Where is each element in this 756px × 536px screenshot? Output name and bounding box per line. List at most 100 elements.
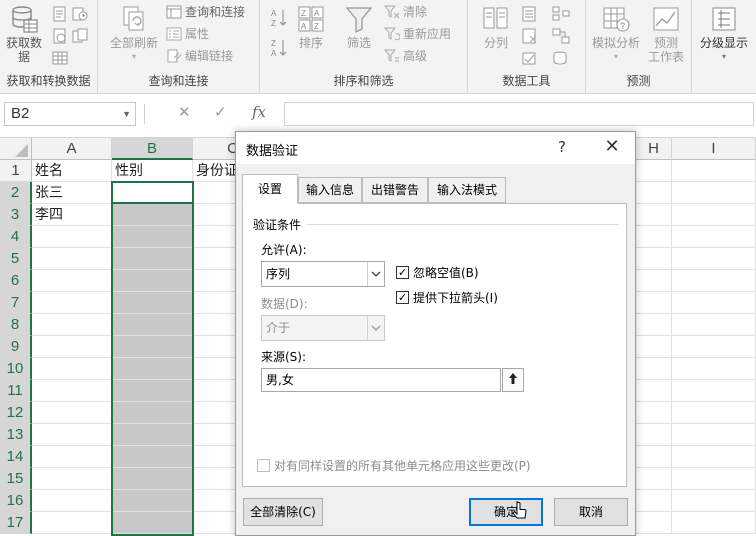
cell-h1[interactable]	[636, 160, 672, 182]
close-icon[interactable]: ✕	[598, 136, 626, 157]
sort-button[interactable]: ZA AZ 排序	[294, 4, 328, 50]
cell-i4[interactable]	[672, 226, 756, 248]
remove-duplicates-icon[interactable]	[522, 28, 538, 44]
row-header-16[interactable]: 16	[0, 490, 32, 512]
outline-button[interactable]: 分级显示 ▾	[696, 4, 752, 64]
help-icon[interactable]: ?	[558, 138, 566, 156]
cell-b17[interactable]	[112, 512, 193, 534]
cell-a11[interactable]	[32, 380, 112, 402]
cell-a8[interactable]	[32, 314, 112, 336]
cell-b9[interactable]	[112, 336, 193, 358]
cell-h17[interactable]	[636, 512, 672, 534]
properties-button[interactable]: 属性	[166, 24, 209, 44]
sort-descending-icon[interactable]: ZA	[270, 38, 288, 58]
column-header-i[interactable]: I	[672, 138, 756, 160]
row-header-5[interactable]: 5	[0, 248, 32, 270]
row-header-2[interactable]: 2	[0, 182, 32, 204]
what-if-analysis-button[interactable]: ? 模拟分析 ▾	[590, 4, 642, 64]
consolidate-icon[interactable]	[552, 6, 570, 22]
cell-a5[interactable]	[32, 248, 112, 270]
cell-a12[interactable]	[32, 402, 112, 424]
cell-i5[interactable]	[672, 248, 756, 270]
row-header-15[interactable]: 15	[0, 468, 32, 490]
source-input[interactable]: 男,女	[261, 368, 501, 392]
cell-h9[interactable]	[636, 336, 672, 358]
dialog-titlebar[interactable]: 数据验证 ? ✕	[236, 132, 635, 164]
cell-i15[interactable]	[672, 468, 756, 490]
cell-b13[interactable]	[112, 424, 193, 446]
row-header-12[interactable]: 12	[0, 402, 32, 424]
cell-a9[interactable]	[32, 336, 112, 358]
recent-sources-icon[interactable]	[72, 6, 88, 22]
forecast-sheet-button[interactable]: 预测 工作表	[644, 4, 688, 64]
flash-fill-icon[interactable]	[522, 6, 538, 22]
cell-a6[interactable]	[32, 270, 112, 292]
column-header-h[interactable]: H	[636, 138, 672, 160]
cell-a3[interactable]: 李四	[32, 204, 112, 226]
clear-filter-button[interactable]: 清除	[384, 2, 427, 22]
allow-dropdown-icon[interactable]	[367, 262, 384, 286]
cell-h7[interactable]	[636, 292, 672, 314]
cell-h16[interactable]	[636, 490, 672, 512]
cell-a15[interactable]	[32, 468, 112, 490]
cancel-button[interactable]: 取消	[554, 498, 628, 526]
formula-input[interactable]	[284, 102, 754, 126]
cell-i14[interactable]	[672, 446, 756, 468]
row-header-6[interactable]: 6	[0, 270, 32, 292]
from-text-icon[interactable]	[52, 6, 68, 22]
cell-h10[interactable]	[636, 358, 672, 380]
cell-a10[interactable]	[32, 358, 112, 380]
tab-ime-mode[interactable]: 输入法模式	[428, 177, 506, 203]
cell-a14[interactable]	[32, 446, 112, 468]
cell-h12[interactable]	[636, 402, 672, 424]
tab-input-message[interactable]: 输入信息	[298, 177, 362, 203]
cell-a7[interactable]	[32, 292, 112, 314]
filter-button[interactable]: 筛选	[342, 4, 376, 50]
cell-h14[interactable]	[636, 446, 672, 468]
data-model-icon[interactable]	[552, 50, 570, 66]
clear-all-button[interactable]: 全部清除(C)	[243, 498, 323, 526]
cell-i10[interactable]	[672, 358, 756, 380]
data-validation-icon[interactable]	[522, 50, 538, 66]
queries-connections-button[interactable]: 查询和连接	[166, 2, 245, 22]
cell-i3[interactable]	[672, 204, 756, 226]
from-table-icon[interactable]	[52, 50, 68, 66]
collapse-dialog-icon[interactable]	[502, 368, 524, 392]
cell-i1[interactable]	[672, 160, 756, 182]
cell-i7[interactable]	[672, 292, 756, 314]
get-data-button[interactable]: 获取数 据	[4, 4, 44, 64]
cell-h5[interactable]	[636, 248, 672, 270]
cell-b8[interactable]	[112, 314, 193, 336]
cell-h13[interactable]	[636, 424, 672, 446]
tab-settings[interactable]: 设置	[242, 174, 298, 204]
row-header-17[interactable]: 17	[0, 512, 32, 534]
cell-i11[interactable]	[672, 380, 756, 402]
cell-i6[interactable]	[672, 270, 756, 292]
cell-i17[interactable]	[672, 512, 756, 534]
row-header-1[interactable]: 1	[0, 160, 32, 182]
cell-a4[interactable]	[32, 226, 112, 248]
cell-i12[interactable]	[672, 402, 756, 424]
cell-b5[interactable]	[112, 248, 193, 270]
cell-h3[interactable]	[636, 204, 672, 226]
ignore-blank-checkbox[interactable]: ✓ 忽略空值(B)	[396, 264, 479, 281]
relationships-icon[interactable]	[552, 28, 570, 44]
column-header-b[interactable]: B	[112, 138, 193, 160]
column-header-a[interactable]: A	[32, 138, 112, 160]
cell-a2[interactable]: 张三	[32, 182, 112, 204]
row-header-11[interactable]: 11	[0, 380, 32, 402]
cell-b12[interactable]	[112, 402, 193, 424]
cell-b4[interactable]	[112, 226, 193, 248]
cell-b11[interactable]	[112, 380, 193, 402]
cell-i8[interactable]	[672, 314, 756, 336]
cell-a17[interactable]	[32, 512, 112, 534]
advanced-filter-button[interactable]: 高级	[384, 46, 427, 66]
cell-h15[interactable]	[636, 468, 672, 490]
text-to-columns-button[interactable]: 分列	[476, 4, 516, 50]
edit-links-button[interactable]: 编辑链接	[166, 46, 233, 66]
refresh-all-button[interactable]: 全部刷新 ▾	[106, 4, 162, 64]
from-web-icon[interactable]	[52, 28, 68, 44]
tab-error-alert[interactable]: 出错警告	[362, 177, 428, 203]
enter-entry-icon[interactable]: ✓	[214, 103, 227, 121]
in-cell-dropdown-checkmark-icon[interactable]: ✓	[396, 291, 409, 304]
